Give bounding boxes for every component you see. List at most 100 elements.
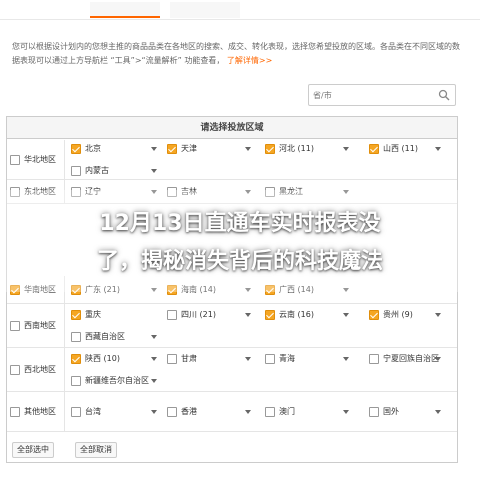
chevron-down-icon[interactable] [245,410,251,414]
province-label: 内蒙古 [85,166,109,175]
region-cell: 华北地区 [7,140,65,179]
chevron-down-icon[interactable] [151,410,157,414]
province-option[interactable]: 青海 [265,352,353,366]
province-option[interactable]: 香港 [167,405,255,419]
province-option[interactable]: 台湾 [71,405,161,419]
province-label: 青海 [279,354,295,363]
province-checkbox[interactable] [71,166,81,176]
tab-active[interactable] [90,2,160,18]
province-checkbox[interactable] [265,354,275,364]
chevron-down-icon[interactable] [245,357,251,361]
cancel-all-button[interactable]: 全部取消 [75,442,117,458]
chevron-down-icon[interactable] [343,410,349,414]
province-label: 宁夏回族自治区 [383,354,439,363]
region-row: 西北地区 陕西 (10) 甘肃 青海 宁夏回族自治区新疆维吾尔自治区 [7,348,457,392]
province-option[interactable]: 四川 (21) [167,308,255,322]
province-label: 重庆 [85,310,101,319]
province-option[interactable]: 内蒙古 [71,164,161,178]
chevron-down-icon[interactable] [343,357,349,361]
province-search-box[interactable] [308,84,456,106]
province-checkbox[interactable] [167,354,177,364]
province-search-input[interactable] [313,88,433,102]
province-checkbox[interactable] [369,144,379,154]
province-option[interactable]: 云南 (16) [265,308,353,322]
province-label: 四川 (21) [181,310,216,319]
province-option[interactable]: 贵州 (9) [369,308,445,322]
province-option[interactable]: 河北 (11) [265,142,353,156]
province-checkbox[interactable] [71,144,81,154]
overlay-headline-line2: 了，揭秘消失背后的科技魔法 [96,249,383,274]
chevron-down-icon[interactable] [343,313,349,317]
province-checkbox[interactable] [167,144,177,154]
province-checkbox[interactable] [71,407,81,417]
chevron-down-icon[interactable] [435,357,441,361]
province-checkbox[interactable] [369,310,379,320]
province-checkbox[interactable] [71,376,81,386]
province-label: 西藏自治区 [85,332,125,341]
region-label: 华北地区 [24,154,56,164]
province-checkbox[interactable] [369,354,379,364]
province-checkbox[interactable] [167,310,177,320]
province-label: 北京 [85,144,101,153]
province-checkbox[interactable] [265,144,275,154]
region-checkbox[interactable] [10,364,20,375]
panel-title: 请选择投放区域 [7,117,457,139]
region-cell: 其他地区 [7,392,65,431]
province-label: 甘肃 [181,354,197,363]
province-label: 香港 [181,407,197,416]
region-row: 西南地区 重庆 四川 (21) 云南 (16) 贵州 (9) 西藏自治区 [7,304,457,348]
region-label: 西北地区 [24,364,56,374]
province-checkbox[interactable] [265,310,275,320]
chevron-down-icon[interactable] [245,313,251,317]
province-label: 陕西 (10) [85,354,120,363]
chevron-down-icon[interactable] [151,147,157,151]
province-label: 贵州 (9) [383,310,413,319]
chevron-down-icon[interactable] [151,357,157,361]
province-option[interactable]: 西藏自治区 [71,330,161,344]
learn-more-link[interactable]: 了解详情>> [227,56,272,65]
province-checkbox[interactable] [369,407,379,417]
province-option[interactable]: 甘肃 [167,352,255,366]
region-checkbox[interactable] [10,320,20,331]
region-label: 其他地区 [24,406,56,416]
select-all-button[interactable]: 全部选中 [12,442,54,458]
province-option[interactable]: 澳门 [265,405,353,419]
province-option[interactable]: 宁夏回族自治区 [369,352,445,366]
region-cell: 西南地区 [7,304,65,347]
province-checkbox[interactable] [71,354,81,364]
chevron-down-icon[interactable] [151,379,157,383]
province-checkbox[interactable] [265,407,275,417]
region-rows: 华北地区 北京 天津 河北 (11) 山西 (11) 内蒙古 东北地区 辽宁 吉林 黑龙江 华南地区… [7,140,457,462]
province-option[interactable]: 山西 (11) [369,142,445,156]
region-row: 华北地区 北京 天津 河北 (11) 山西 (11) 内蒙古 [7,140,457,180]
chevron-down-icon[interactable] [435,147,441,151]
province-label: 河北 (11) [279,144,314,153]
province-label: 山西 (11) [383,144,418,153]
province-option[interactable]: 新疆维吾尔自治区 [71,374,161,388]
province-label: 澳门 [279,407,295,416]
info-text-block: 您可以根据设计划内的您想主推的商品品类在各地区的搜索、成交、转化表现，选择您希望… [12,40,467,68]
chevron-down-icon[interactable] [151,169,157,173]
province-label: 天津 [181,144,197,153]
search-icon[interactable] [438,89,450,101]
province-option[interactable]: 天津 [167,142,255,156]
province-option[interactable]: 重庆 [71,308,161,322]
region-checkbox[interactable] [10,406,20,417]
chevron-down-icon[interactable] [435,313,441,317]
province-label: 国外 [383,407,399,416]
province-option[interactable]: 陕西 (10) [71,352,161,366]
province-checkbox[interactable] [71,332,81,342]
province-label: 新疆维吾尔自治区 [85,376,149,385]
chevron-down-icon[interactable] [245,147,251,151]
province-checkbox[interactable] [167,407,177,417]
chevron-down-icon[interactable] [151,335,157,339]
region-checkbox[interactable] [10,154,20,165]
province-option[interactable]: 北京 [71,142,161,156]
region-cell: 西北地区 [7,348,65,391]
tab-secondary[interactable] [170,2,240,18]
chevron-down-icon[interactable] [435,410,441,414]
overlay-headline-line1: 12月13日直通车实时报表没 [99,211,381,236]
province-option[interactable]: 国外 [369,405,445,419]
province-checkbox[interactable] [71,310,81,320]
chevron-down-icon[interactable] [343,147,349,151]
